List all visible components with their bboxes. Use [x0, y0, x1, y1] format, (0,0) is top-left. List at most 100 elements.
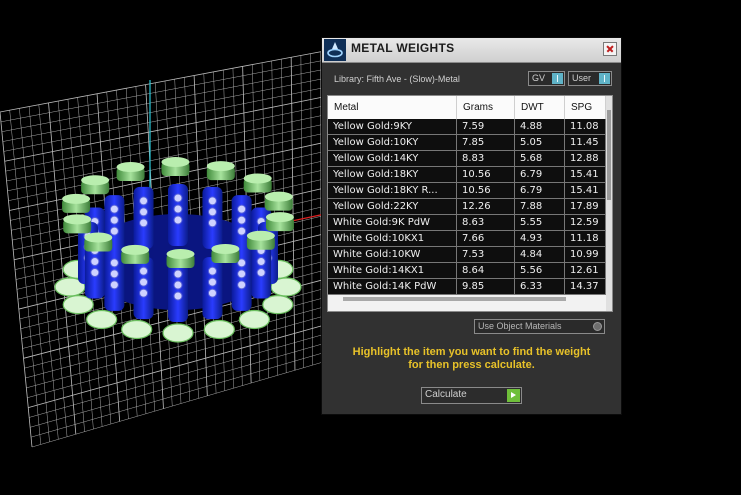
cell-spg: 10.99	[565, 247, 606, 262]
ring-stone	[207, 266, 217, 276]
cell-spg: 15.41	[565, 183, 606, 198]
use-object-materials-option[interactable]: Use Object Materials	[474, 319, 605, 334]
ring-top-cap	[161, 157, 190, 168]
ring-stone	[256, 268, 266, 278]
ring-top-cap	[116, 162, 145, 173]
ring-stone	[109, 280, 119, 290]
metal-table[interactable]: Metal Grams DWT SPG Yellow Gold:9KY 7.59 4…	[327, 95, 613, 312]
instructions-line-1: Highlight the item you want to find the …	[352, 346, 591, 358]
library-label: Library: Fifth Ave - (Slow)-Metal	[334, 74, 460, 84]
ring-post	[202, 186, 223, 249]
horizontal-scrollbar[interactable]	[343, 297, 566, 301]
ring-stone	[173, 291, 183, 301]
column-header-grams[interactable]: Grams	[457, 96, 515, 119]
cell-dwt: 5.05	[515, 135, 565, 150]
cell-grams: 8.83	[457, 151, 515, 166]
close-icon[interactable]	[603, 42, 617, 56]
cell-grams: 7.59	[457, 119, 515, 134]
ring-lower-setting	[203, 319, 235, 340]
instructions-text: Highlight the item you want to find the …	[332, 346, 611, 372]
table-row[interactable]: White Gold:14KX1 8.64 5.56 12.61	[328, 263, 606, 279]
column-header-spg[interactable]: SPG	[565, 96, 606, 119]
user-toggle[interactable]: User	[568, 71, 612, 86]
ring-post	[133, 257, 154, 320]
ring-stone	[139, 288, 149, 298]
cell-metal: White Gold:9K PdW	[328, 215, 457, 230]
ring-lower-setting	[62, 295, 94, 315]
ring-top-cap	[264, 191, 293, 202]
toggle-switch-icon	[599, 73, 610, 84]
table-row[interactable]: Yellow Gold:14KY 8.83 5.68 12.88	[328, 151, 606, 167]
ring-stone	[207, 218, 217, 228]
table-row[interactable]: White Gold:10KW 7.53 4.84 10.99	[328, 247, 606, 263]
table-row[interactable]: White Gold:10KX1 7.66 4.93 11.18	[328, 231, 606, 247]
ring-stone	[207, 277, 217, 287]
cell-dwt: 6.79	[515, 183, 565, 198]
column-header-metal[interactable]: Metal	[328, 96, 457, 119]
table-body: Yellow Gold:9KY 7.59 4.88 11.08 Yellow Gold…	[328, 119, 606, 295]
ring-stone	[237, 280, 247, 290]
cell-metal: White Gold:14K PdW	[328, 279, 457, 294]
ring-lower-setting	[121, 319, 153, 340]
column-header-dwt[interactable]: DWT	[515, 96, 565, 119]
table-row[interactable]: White Gold:14K PdW 9.85 6.33 14.37	[328, 279, 606, 295]
ring-stone	[109, 215, 119, 225]
cell-grams: 10.56	[457, 167, 515, 182]
ring-logo-icon	[324, 39, 346, 61]
cell-metal: White Gold:14KX1	[328, 263, 457, 278]
ring-stone	[139, 196, 149, 206]
play-arrow-icon	[507, 389, 520, 402]
title-bar[interactable]: METAL WEIGHTS	[322, 38, 621, 63]
user-toggle-label: User	[572, 73, 592, 83]
ring-top-cap	[121, 244, 150, 255]
cell-spg: 11.18	[565, 231, 606, 246]
ring-stone	[173, 280, 183, 290]
ring-lower-setting	[238, 309, 270, 330]
ring-stone	[207, 288, 217, 298]
cell-metal: White Gold:10KX1	[328, 231, 457, 246]
ring-stone	[139, 207, 149, 217]
gv-toggle-label: GV	[532, 73, 546, 83]
table-row[interactable]: White Gold:9K PdW 8.63 5.55 12.59	[328, 215, 606, 231]
ring-lower-setting	[162, 323, 194, 343]
cell-dwt: 5.56	[515, 263, 565, 278]
cell-grams: 9.85	[457, 279, 515, 294]
radio-icon[interactable]	[593, 322, 602, 331]
cell-spg: 12.61	[565, 263, 606, 278]
cell-grams: 10.56	[457, 183, 515, 198]
ring-stone	[109, 269, 119, 279]
ring-top-cap	[166, 248, 195, 259]
table-row[interactable]: Yellow Gold:18KY 10.56 6.79 15.41	[328, 167, 606, 183]
ring-top-cap	[265, 212, 294, 223]
ring-post	[133, 186, 154, 249]
use-object-materials-label: Use Object Materials	[478, 321, 562, 331]
ring-stone	[90, 268, 100, 278]
cell-metal: Yellow Gold:9KY	[328, 119, 457, 134]
ring-post	[202, 257, 223, 320]
vertical-scrollbar[interactable]	[606, 96, 612, 311]
calculate-button[interactable]: Calculate	[421, 387, 522, 404]
gv-toggle[interactable]: GV	[528, 71, 565, 86]
table-row[interactable]: Yellow Gold:22KY 12.26 7.88 17.89	[328, 199, 606, 215]
table-row[interactable]: Yellow Gold:9KY 7.59 4.88 11.08	[328, 119, 606, 135]
ring-stone	[237, 269, 247, 279]
ring-stone	[139, 218, 149, 228]
ring-stone	[237, 215, 247, 225]
table-row[interactable]: Yellow Gold:10KY 7.85 5.05 11.45	[328, 135, 606, 151]
cell-metal: Yellow Gold:18KY	[328, 167, 457, 182]
cell-dwt: 5.68	[515, 151, 565, 166]
ring-stone	[256, 257, 266, 267]
ring-top-cap	[63, 214, 92, 225]
ring-stone	[237, 204, 247, 214]
ring-top-cap	[243, 173, 272, 184]
cell-dwt: 4.84	[515, 247, 565, 262]
ring-stone	[109, 204, 119, 214]
table-row[interactable]: Yellow Gold:18KY R... 10.56 6.79 15.41	[328, 183, 606, 199]
scrollbar-thumb[interactable]	[607, 110, 611, 200]
cell-grams: 7.53	[457, 247, 515, 262]
cell-grams: 8.63	[457, 215, 515, 230]
cell-spg: 12.88	[565, 151, 606, 166]
ring-stone	[173, 204, 183, 214]
cell-spg: 14.37	[565, 279, 606, 294]
ring-top-cap	[84, 232, 113, 243]
